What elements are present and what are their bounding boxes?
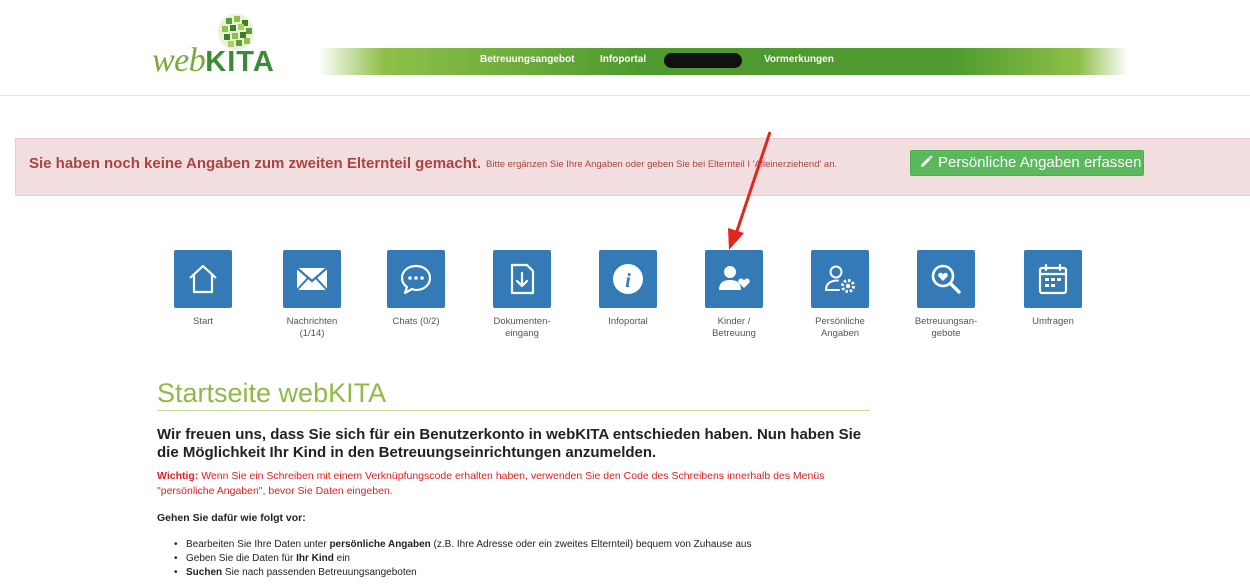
alert-message: Bitte ergänzen Sie Ihre Angaben oder geb… xyxy=(486,159,838,170)
warning-label: Wichtig: xyxy=(157,470,199,482)
home-icon xyxy=(189,264,217,294)
chat-icon xyxy=(400,264,432,295)
header-divider xyxy=(0,95,1250,96)
list-item: Suchen Sie nach passenden Betreuungsange… xyxy=(174,566,752,580)
page-title: Startseite webKITA xyxy=(157,378,387,408)
tile-betreuungsangebote-label: Betreuungsan- gebote xyxy=(914,316,978,339)
redacted-nav-item xyxy=(664,53,742,68)
user-settings-icon xyxy=(825,265,855,293)
tile-start-box[interactable] xyxy=(174,250,232,308)
tile-umfragen-box[interactable] xyxy=(1024,250,1082,308)
tile-betreuungsangebote-box[interactable] xyxy=(917,250,975,308)
warning-body: Wenn Sie ein Schreiben mit einem Verknüp… xyxy=(157,470,825,497)
tile-start-label: Start xyxy=(192,316,214,327)
webkita-logo[interactable]: webKITA xyxy=(152,8,312,79)
envelope-icon xyxy=(296,267,328,291)
user-heart-icon xyxy=(719,266,750,290)
tile-kinder-betreuung-label: Kinder / Betreuung xyxy=(712,316,756,339)
personal-data-button-label: Persönliche Angaben erfassen xyxy=(938,154,1142,171)
tile-nachrichten-label: Nachrichten (1/14) xyxy=(286,316,338,339)
nav-vormerkungen[interactable]: Vormerkungen xyxy=(764,54,834,65)
tile-dokumenteneingang-box[interactable] xyxy=(493,250,551,308)
tile-dokumenteneingang-label: Dokumenten- eingang xyxy=(493,316,551,339)
tile-infoportal[interactable]: i Infoportal xyxy=(573,250,683,328)
tile-kinder-betreuung[interactable]: Kinder / Betreuung xyxy=(679,250,789,340)
search-heart-icon xyxy=(931,264,961,294)
tile-start[interactable]: Start xyxy=(148,250,258,328)
logo-text: webKITA xyxy=(152,42,275,79)
tile-betreuungsangebote[interactable]: Betreuungsan- gebote xyxy=(891,250,1001,340)
tile-infoportal-box[interactable]: i xyxy=(599,250,657,308)
list-item: Bearbeiten Sie Ihre Daten unter persönli… xyxy=(174,538,752,552)
tile-dokumenteneingang[interactable]: Dokumenten- eingang xyxy=(467,250,577,340)
svg-text:i: i xyxy=(625,270,631,292)
pencil-icon xyxy=(921,155,933,167)
alert-banner: Sie haben noch keine Angaben zum zweiten… xyxy=(15,138,1250,196)
tile-umfragen-label: Umfragen xyxy=(1032,316,1074,327)
steps-title: Gehen Sie dafür wie folgt vor: xyxy=(157,512,306,524)
steps-list: Bearbeiten Sie Ihre Daten unter persönli… xyxy=(174,538,752,580)
tile-umfragen[interactable]: Umfragen xyxy=(998,250,1108,328)
nav-betreuungsangebot[interactable]: Betreuungsangebot xyxy=(480,54,574,65)
title-divider xyxy=(157,410,870,411)
warning-text: Wichtig: Wenn Sie ein Schreiben mit eine… xyxy=(157,469,877,499)
tile-persoenliche-angaben[interactable]: Persönliche Angaben xyxy=(785,250,895,340)
tile-nachrichten[interactable]: Nachrichten (1/14) xyxy=(257,250,367,340)
main-nav: Betreuungsangebot Infoportal Vormerkunge… xyxy=(318,48,1128,75)
list-item: Geben Sie die Daten für Ihr Kind ein xyxy=(174,552,752,566)
tile-infoportal-label: Infoportal xyxy=(608,316,648,327)
nav-infoportal[interactable]: Infoportal xyxy=(600,54,646,65)
info-icon: i xyxy=(613,264,643,294)
calendar-icon xyxy=(1038,263,1068,295)
tile-nachrichten-box[interactable] xyxy=(283,250,341,308)
red-arrow-annotation xyxy=(728,131,772,250)
tile-chats-label: Chats (0/2) xyxy=(392,316,440,327)
tile-persoenliche-angaben-box[interactable] xyxy=(811,250,869,308)
tile-persoenliche-angaben-label: Persönliche Angaben xyxy=(815,316,865,339)
personal-data-button[interactable]: Persönliche Angaben erfassen xyxy=(910,150,1144,176)
tile-kinder-betreuung-box[interactable] xyxy=(705,250,763,308)
alert-title: Sie haben noch keine Angaben zum zweiten… xyxy=(29,155,482,172)
document-download-icon xyxy=(510,263,535,295)
intro-text: Wir freuen uns, dass Sie sich für ein Be… xyxy=(157,426,862,461)
tile-chats-box[interactable] xyxy=(387,250,445,308)
tile-chats[interactable]: Chats (0/2) xyxy=(361,250,471,328)
